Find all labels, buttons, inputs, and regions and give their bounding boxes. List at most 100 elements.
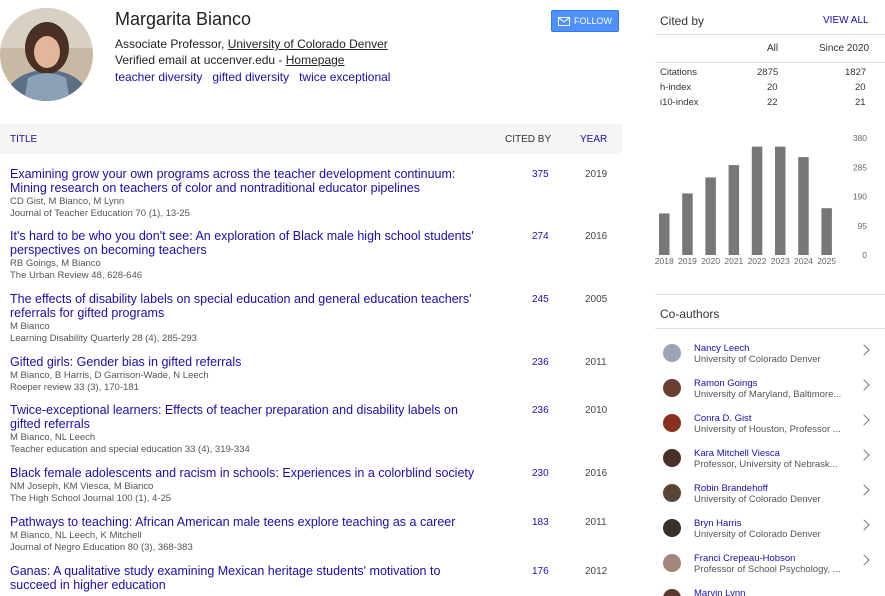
coauthors-heading: Co-authors (660, 307, 720, 321)
chevron-right-icon[interactable] (858, 519, 870, 531)
chart-x-label: 2022 (748, 256, 767, 266)
coauthor-item[interactable]: Robin Brandehoff University of Colorado D… (660, 480, 880, 512)
article-authors: M Bianco, NL Leech, K Mitchell (10, 530, 142, 541)
stats-label[interactable]: i10-index (660, 97, 699, 108)
chevron-right-icon[interactable] (858, 449, 870, 461)
article-journal: Roeper review 33 (3), 170-181 (10, 382, 139, 393)
coauthor-avatar (663, 379, 681, 397)
chart-bar-2022[interactable] (751, 146, 763, 255)
stats-since: 1827 (845, 67, 867, 78)
chart-x-label: 2025 (817, 256, 836, 266)
affiliation-link[interactable]: University of Colorado Denver (228, 37, 388, 51)
coauthor-name[interactable]: Nancy Leech (694, 343, 749, 354)
stats-since: 21 (855, 97, 866, 108)
coauthor-name[interactable]: Kara Mitchell Viesca (694, 448, 780, 459)
article-cited-by[interactable]: 183 (532, 517, 549, 528)
chart-bar-2021[interactable] (728, 165, 740, 255)
article-title[interactable]: The effects of disability labels on spec… (10, 292, 471, 320)
coauthor-item[interactable]: Franci Crepeau-Hobson Professor of School… (660, 550, 880, 582)
chevron-right-icon[interactable] (858, 344, 870, 356)
coauthor-affiliation: Professor, University of Nebrask... (694, 459, 838, 470)
stats-since: 20 (855, 82, 866, 93)
follow-button[interactable]: FOLLOW (551, 10, 619, 32)
stats-divider (655, 62, 885, 63)
coauthor-item[interactable]: Bryn Harris University of Colorado Denver (660, 515, 880, 547)
coauthor-avatar (663, 449, 681, 467)
article-cited-by[interactable]: 230 (532, 468, 549, 479)
article-journal: The Urban Review 48, 628-646 (10, 270, 143, 281)
article-cited-by[interactable]: 236 (532, 405, 549, 416)
sort-year[interactable]: YEAR (580, 134, 607, 145)
article-cited-by[interactable]: 375 (532, 169, 549, 180)
article-journal: Teacher education and special education … (10, 444, 250, 455)
stats-col-all: All (767, 43, 779, 54)
coauthors-divider (655, 328, 885, 329)
article-cited-by[interactable]: 274 (532, 231, 549, 242)
coauthor-item[interactable]: Marvin Lynn (660, 585, 880, 596)
stats-label[interactable]: h-index (660, 82, 691, 93)
homepage-link[interactable]: Homepage (286, 53, 345, 67)
article-title[interactable]: Ganas: A qualitative study examining Mex… (10, 564, 440, 592)
article-title[interactable]: Examining grow your own programs across … (10, 167, 455, 195)
stats-all: 2875 (757, 67, 779, 78)
profile-email: Verified email at uccenver.edu - Homepag… (115, 53, 344, 67)
cited-by-heading: Cited by (660, 14, 705, 28)
interest-link[interactable]: gifted diversity (212, 70, 289, 84)
article-journal: Journal of Teacher Education 70 (1), 13-… (10, 208, 190, 219)
article-title[interactable]: Pathways to teaching: African American m… (10, 515, 455, 529)
article-authors: RB Goings, M Bianco (10, 258, 101, 269)
chevron-right-icon[interactable] (858, 414, 870, 426)
coauthor-name[interactable]: Conra D. Gist (694, 413, 752, 424)
coauthor-name[interactable]: Franci Crepeau-Hobson (694, 553, 795, 564)
coauthor-name[interactable]: Marvin Lynn (694, 588, 745, 596)
article-title[interactable]: Black female adolescents and racism in s… (10, 466, 474, 480)
view-all-link[interactable]: VIEW ALL (823, 15, 869, 26)
chart-x-label: 2024 (794, 256, 813, 266)
profile-position: Associate Professor, (115, 37, 228, 51)
article-cited-by[interactable]: 176 (532, 566, 549, 577)
chart-bar-2024[interactable] (798, 157, 809, 255)
coauthor-item[interactable]: Nancy Leech University of Colorado Denver (660, 340, 880, 372)
coauthor-avatar (663, 589, 681, 596)
chart-bar-2018[interactable] (659, 213, 670, 255)
coauthor-name[interactable]: Ramon Goings (694, 378, 757, 389)
chevron-right-icon[interactable] (858, 554, 870, 566)
coauthor-item[interactable]: Kara Mitchell Viesca Professor, Universit… (660, 445, 880, 477)
coauthor-name[interactable]: Bryn Harris (694, 518, 742, 529)
article-authors: CD Gist, M Bianco, M Lynn (10, 196, 125, 207)
article-cited-by[interactable]: 245 (532, 294, 549, 305)
chevron-right-icon[interactable] (858, 379, 870, 391)
sort-cited-by[interactable]: CITED BY (505, 134, 551, 145)
chart-bar-2023[interactable] (775, 146, 786, 255)
chart-x-label: 2020 (701, 256, 720, 266)
article-journal: The High School Journal 100 (1), 4-25 (10, 493, 172, 504)
chart-y-tick: 95 (858, 221, 868, 231)
coauthor-item[interactable]: Conra D. Gist University of Houston, Prof… (660, 410, 880, 442)
profile-name: Margarita Bianco (115, 9, 252, 29)
article-journal: Journal of Negro Education 80 (3), 368-3… (10, 542, 193, 553)
stats-col-since: Since 2020 (819, 43, 870, 54)
sort-title[interactable]: TITLE (10, 134, 37, 145)
chart-y-tick: 285 (853, 162, 867, 172)
stats-label[interactable]: Citations (660, 67, 697, 78)
profile-photo (0, 8, 93, 101)
chart-bar-2020[interactable] (705, 177, 716, 255)
chart-y-tick: 190 (853, 192, 867, 202)
chart-bar-2019[interactable] (682, 193, 693, 255)
chart-x-label: 2021 (724, 256, 743, 266)
article-title[interactable]: Gifted girls: Gender bias in gifted refe… (10, 355, 241, 369)
interest-link[interactable]: twice exceptional (299, 70, 390, 84)
coauthors-divider (655, 294, 885, 295)
interest-link[interactable]: teacher diversity (115, 70, 202, 84)
article-cited-by[interactable]: 236 (532, 357, 549, 368)
coauthor-name[interactable]: Robin Brandehoff (694, 483, 768, 494)
article-title[interactable]: It's hard to be who you don't see: An ex… (10, 229, 474, 257)
coauthor-avatar (663, 344, 681, 362)
chevron-right-icon[interactable] (858, 484, 870, 496)
email-text: Verified email at uccenver.edu - (115, 53, 286, 67)
article-authors: NM Joseph, KM Viesca, M Bianco (10, 481, 154, 492)
chart-bar-2025[interactable] (821, 208, 832, 255)
stats-row: i10-index 22 21 (655, 97, 885, 111)
coauthor-item[interactable]: Ramon Goings University of Maryland, Balt… (660, 375, 880, 407)
article-title[interactable]: Twice-exceptional learners: Effects of t… (10, 403, 458, 431)
